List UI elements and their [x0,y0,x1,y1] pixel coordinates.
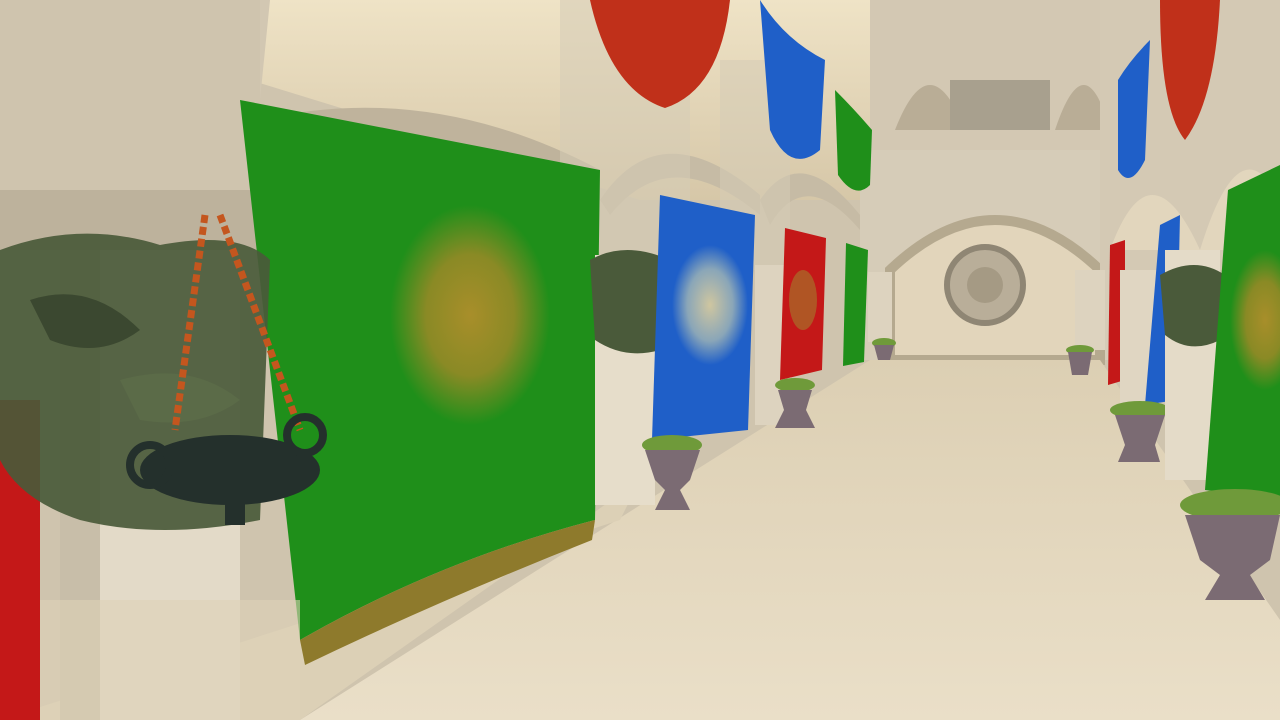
blue-banner-left [652,195,755,440]
far-end-arch [860,150,1110,365]
floor-left-near [40,600,300,720]
red-banner-emblem [789,270,817,330]
right-column-far [1075,270,1105,350]
upper-gallery [870,0,1110,150]
game-viewport[interactable] [0,0,1280,720]
rendered-scene [0,0,1280,720]
left-column-far [868,272,892,342]
green-banner-far-left [843,243,868,366]
